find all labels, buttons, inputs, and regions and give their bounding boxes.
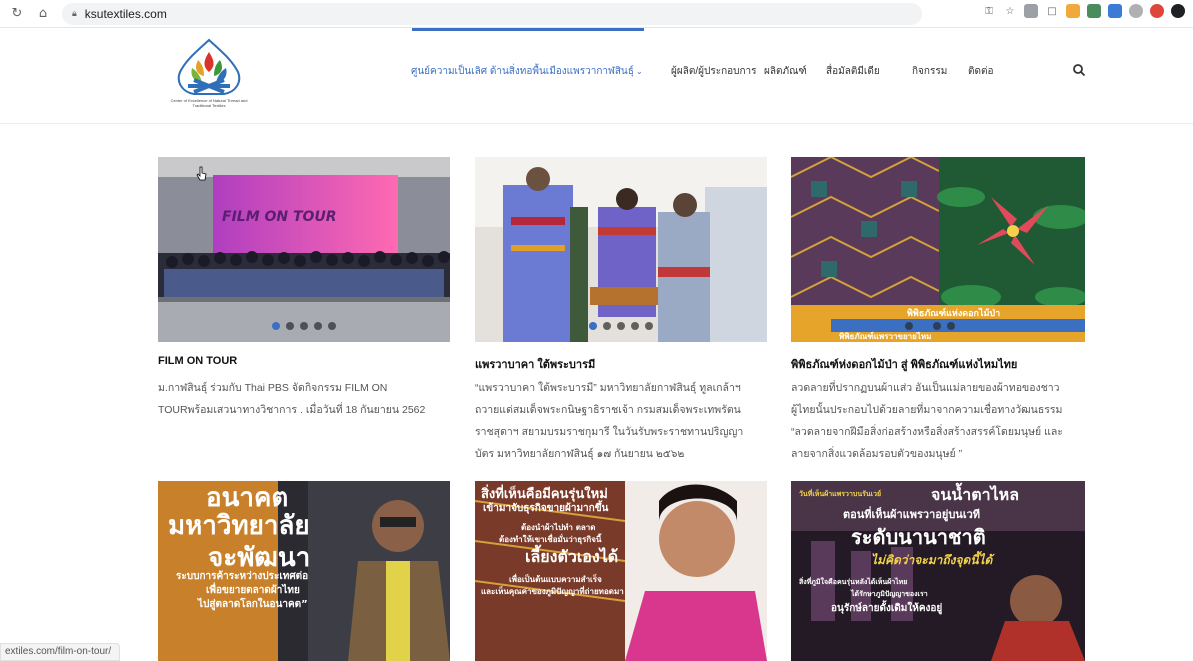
star-icon[interactable]: ☆ xyxy=(1003,4,1017,18)
slider-dot[interactable] xyxy=(300,322,308,330)
post-excerpt: ม.กาฬสินธุ์ ร่วมกับ Thai PBS จัดกิจกรรม … xyxy=(158,377,454,421)
slider-dot[interactable] xyxy=(328,322,336,330)
slider-dot[interactable] xyxy=(645,322,653,330)
logo-caption: Center of Excellence of Natural Thread a… xyxy=(170,98,248,108)
overlay-line: และเห็นคุณค่าของภูมิปัญญาที่ถ่ายทอดมา xyxy=(481,587,624,596)
slider-dot[interactable] xyxy=(286,322,294,330)
excerpt-line: “แพรวาบาคา ใต้พระบารมี” มหาวิทยาลัยกาฬสิ… xyxy=(475,382,741,394)
slider-dots[interactable] xyxy=(475,322,767,330)
extension-toolbar: ⚿ ☆ □ xyxy=(982,4,1185,18)
slider-dot[interactable] xyxy=(617,322,625,330)
reload-icon[interactable]: ↻ xyxy=(8,5,26,23)
post-image-slider[interactable] xyxy=(475,157,767,342)
slider-dots[interactable] xyxy=(158,322,450,330)
overlay-line: ระดับนานาชาติ xyxy=(851,525,986,549)
nav-item-producers[interactable]: ผู้ผลิต/ผู้ประกอบการ xyxy=(671,64,764,79)
post-title[interactable]: แพรวาบาคา ใต้พระบารมี xyxy=(475,355,595,373)
site-header: Center of Excellence of Natural Thread a… xyxy=(0,28,1193,124)
post-card-praewa[interactable]: แพรวาบาคา ใต้พระบารมี “แพรวาบาคา ใต้พระบ… xyxy=(475,157,767,467)
slider-dots[interactable] xyxy=(791,322,1085,330)
overlay-line: ไปสู่ตลาดโลกในอนาคต” xyxy=(198,599,308,610)
slider-dot[interactable] xyxy=(947,322,955,330)
photo-praewa-ceremony xyxy=(475,157,767,342)
overlay-line: วันที่เห็นผ้าแพรวาบนรันเวย์ xyxy=(799,490,882,498)
slider-dot[interactable] xyxy=(314,322,322,330)
overlay-line: เข้ามาจับธุรกิจขายผ้ามากขึ้น xyxy=(483,503,609,514)
url-text[interactable]: ksutextiles.com xyxy=(85,7,167,21)
extension-icon[interactable] xyxy=(1129,4,1143,18)
overlay-line: ได้รักษาภูมิปัญญาของเรา xyxy=(851,590,928,598)
slide-banner-text: FILM ON TOUR xyxy=(222,209,337,225)
excerpt-line: ลายจากสิ่งแวดล้อมรอบตัวของมนุษย์ ” xyxy=(791,448,963,460)
nav-item-multimedia[interactable]: สื่อมัลติมีเดีย xyxy=(826,64,912,79)
excerpt-line: ผู้ไทยนั้นประกอบไปด้วยลายที่มาจากความเชื… xyxy=(791,404,1063,416)
post-title[interactable]: FILM ON TOUR xyxy=(158,355,237,367)
active-nav-indicator xyxy=(412,28,644,31)
photo-film-on-tour xyxy=(158,157,450,342)
cast-icon[interactable]: □ xyxy=(1045,4,1059,18)
slider-dot[interactable] xyxy=(933,322,941,330)
post-card-future[interactable]: อนาคต มหาวิทยาลัย จะพัฒนา ระบบการค้าระหว… xyxy=(158,481,450,661)
search-icon[interactable] xyxy=(1072,62,1086,77)
key-icon[interactable]: ⚿ xyxy=(982,4,996,18)
overlay-line: เพื่อขยายตลาดผ้าไทย xyxy=(206,585,300,596)
lock-icon: 🔒︎ xyxy=(72,9,77,19)
excerpt-line: ถวายแด่สมเด็จพระกนิษฐาธิราชเจ้า กรมสมเด็… xyxy=(475,404,741,416)
post-image-slider[interactable]: FILM ON TOUR xyxy=(158,157,450,342)
slider-dot[interactable] xyxy=(589,322,597,330)
excerpt-line: “ลวดลายจากฝีมือสิ่งก่อสร้างหรือสิ่งสร้าง… xyxy=(791,426,1063,438)
extension-icon[interactable] xyxy=(1108,4,1122,18)
status-bar-url: extiles.com/film-on-tour/ xyxy=(0,643,121,661)
post-card-museum[interactable]: พิพิธภัณฑ์แห่งดอกไม้ป่า พิพิธภัณฑ์แพรวาข… xyxy=(791,157,1085,467)
browser-toolbar: ↻ ⌂ 🔒︎ ksutextiles.com ⚿ ☆ □ xyxy=(0,0,1193,28)
mouse-cursor-icon xyxy=(196,166,207,181)
excerpt-line: ลวดลายที่ปรากฏบนผ้าแส่ว อันเป็นแม่ลายของ… xyxy=(791,382,1060,394)
slider-dot[interactable] xyxy=(603,322,611,330)
post-card-film-on-tour[interactable]: FILM ON TOUR FILM ON TOUR ม.กาฬสินธุ์ ร่… xyxy=(158,157,450,457)
slider-dot[interactable] xyxy=(905,322,913,330)
slider-dot[interactable] xyxy=(631,322,639,330)
overlay-line: สิ่งที่ภูมิใจคือคนรุ่นหลังได้เห็นผ้าไทย xyxy=(799,578,908,586)
profile-icon[interactable] xyxy=(1171,4,1185,18)
nav-item-contact[interactable]: ติดต่อ xyxy=(968,64,994,79)
address-bar[interactable]: 🔒︎ ksutextiles.com xyxy=(62,3,922,25)
extension-icon[interactable] xyxy=(1150,4,1164,18)
nav-item-activities[interactable]: กิจกรรม xyxy=(912,64,968,79)
logo-emblem-icon xyxy=(177,38,241,95)
overlay-line: เลี้ยงตัวเองได้ xyxy=(525,547,619,566)
slide-caption-top: พิพิธภัณฑ์แห่งดอกไม้ป่า xyxy=(907,309,1001,319)
slider-dot[interactable] xyxy=(919,322,927,330)
extension-icon[interactable] xyxy=(1024,4,1038,18)
post-image-slider[interactable]: พิพิธภัณฑ์แห่งดอกไม้ป่า พิพิธภัณฑ์แพรวาข… xyxy=(791,157,1085,342)
excerpt-line: บัตร มหาวิทยาลัยกาฬสินธุ์ ๑๗ กันยายน ๒๕๖… xyxy=(475,448,685,460)
extension-icon[interactable] xyxy=(1066,4,1080,18)
overlay-line: ไม่คิดว่าจะมาถึงจุดนี้ได้ xyxy=(871,553,993,567)
excerpt-line: ม.กาฬสินธุ์ ร่วมกับ Thai PBS จัดกิจกรรม … xyxy=(158,382,388,394)
overlay-line: ระบบการค้าระหว่างประเทศต่อ xyxy=(176,571,309,582)
post-excerpt: ลวดลายที่ปรากฏบนผ้าแส่ว อันเป็นแม่ลายของ… xyxy=(791,377,1087,465)
excerpt-line: ราชสุดาฯ สยามบรมราชกุมารี ในวันรับพระราช… xyxy=(475,426,744,438)
nav-item-center[interactable]: ศูนย์ความเป็นเลิศ ด้านสิ่งทอพื้นเมืองแพร… xyxy=(411,64,634,79)
post-card-new-generation[interactable]: สิ่งที่เห็นคือมีคนรุ่นใหม่ เข้ามาจับธุรก… xyxy=(475,481,767,661)
main-nav: ศูนย์ความเป็นเลิศ ด้านสิ่งทอพื้นเมืองแพร… xyxy=(411,64,994,79)
slide-caption-bottom: พิพิธภัณฑ์แพรวาขยายไหม xyxy=(839,332,932,341)
excerpt-line: TOURพร้อมเสวนาทางวิชาการ . เมื่อวันที่ 1… xyxy=(158,404,426,416)
post-card-international[interactable]: วันที่เห็นผ้าแพรวาบนรันเวย์ จนน้ำตาไหล ต… xyxy=(791,481,1085,661)
post-excerpt: “แพรวาบาคา ใต้พระบารมี” มหาวิทยาลัยกาฬสิ… xyxy=(475,377,771,465)
home-icon[interactable]: ⌂ xyxy=(34,5,52,23)
slider-dot[interactable] xyxy=(272,322,280,330)
extension-icon[interactable] xyxy=(1087,4,1101,18)
overlay-line: อนุรักษ์ลายดั้งเดิมให้คงอยู่ xyxy=(831,603,943,614)
chevron-down-icon[interactable]: ⌄ xyxy=(636,67,671,76)
post-title[interactable]: พิพิธภัณฑ์ห่งดอกไม้ป่า สู่ พิพิธภัณฑ์แห่… xyxy=(791,355,1017,373)
site-logo[interactable]: Center of Excellence of Natural Thread a… xyxy=(166,38,252,120)
nav-item-products[interactable]: ผลิตภัณฑ์ xyxy=(764,64,826,79)
